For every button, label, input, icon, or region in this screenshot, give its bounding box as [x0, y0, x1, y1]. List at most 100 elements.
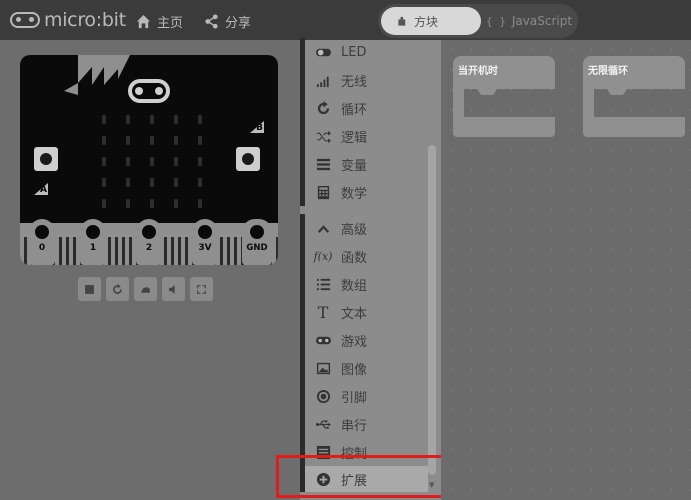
category-logic[interactable]: 逻辑 — [300, 122, 428, 150]
category-label: 数学 — [341, 186, 368, 202]
pin-1[interactable]: 1 — [80, 219, 106, 265]
category-loops[interactable]: 循环 — [300, 94, 428, 122]
led-pixel — [126, 115, 130, 124]
tab-blocks[interactable]: 方块 — [381, 7, 481, 35]
category-label: 无线 — [341, 74, 368, 90]
refresh-icon — [314, 100, 332, 116]
signal-icon — [314, 72, 332, 88]
logo-text: micro:bit — [44, 9, 126, 31]
led-pixel — [150, 115, 154, 124]
tab-blocks-label: 方块 — [414, 14, 439, 29]
category-functions[interactable]: f(x) 函数 — [300, 242, 428, 270]
pin-label: 1 — [89, 243, 97, 253]
button-a-label: A — [34, 183, 48, 195]
block-foot — [453, 117, 555, 137]
toolbox-scrollbar[interactable] — [428, 145, 436, 475]
category-serial[interactable]: 串行 — [300, 410, 428, 438]
category-images[interactable]: 图像 — [300, 354, 428, 382]
block-label: 无限循环 — [583, 56, 685, 89]
category-advanced[interactable]: 高级 — [300, 214, 428, 242]
slowmo-icon — [141, 286, 150, 293]
antenna-logo — [128, 79, 170, 103]
led-pixel — [102, 115, 106, 124]
stop-icon — [85, 284, 94, 294]
function-icon: f(x) — [313, 249, 333, 263]
category-text[interactable]: T 文本 — [300, 298, 428, 326]
category-label: 图像 — [341, 362, 368, 378]
pin-2[interactable]: 2 — [136, 219, 162, 265]
mute-icon — [169, 284, 175, 294]
category-led[interactable]: LED — [300, 38, 428, 66]
button-a[interactable] — [34, 147, 58, 171]
top-header: micro:bit 主页 分享 方块 { } JavaScript — [0, 0, 691, 40]
tab-javascript-label: JavaScript — [511, 14, 573, 28]
category-pins[interactable]: 引脚 — [300, 382, 428, 410]
puzzle-icon — [398, 16, 406, 26]
extensions-highlight — [276, 455, 452, 498]
restart-button[interactable] — [106, 277, 129, 301]
block-label: 当开机时 — [453, 56, 555, 89]
pin-icon — [314, 388, 332, 404]
usb-icon — [314, 416, 332, 432]
share-link[interactable]: 分享 — [204, 12, 251, 31]
led-pixel — [198, 199, 202, 208]
category-label: 文本 — [341, 306, 368, 322]
led-pixel — [198, 178, 202, 187]
category-arrays[interactable]: 数组 — [300, 270, 428, 298]
text-icon: T — [317, 302, 329, 322]
share-icon — [205, 14, 218, 29]
fullscreen-button[interactable] — [190, 277, 213, 301]
calculator-icon — [314, 184, 332, 200]
category-radio[interactable]: 无线 — [300, 66, 428, 94]
home-icon — [136, 14, 151, 29]
pin-3v[interactable]: 3V — [192, 219, 218, 265]
block-foot — [583, 117, 685, 137]
tab-javascript[interactable]: { } JavaScript — [486, 7, 576, 35]
restart-icon — [113, 283, 122, 294]
button-b-label: B — [250, 121, 264, 133]
stop-button[interactable] — [78, 277, 101, 301]
home-label: 主页 — [157, 16, 184, 31]
home-link[interactable]: 主页 — [136, 12, 183, 31]
microbit-logo[interactable]: micro:bit — [10, 9, 126, 31]
fullscreen-icon — [197, 284, 206, 294]
array-icon — [314, 276, 332, 292]
category-game[interactable]: 游戏 — [300, 326, 428, 354]
pin-0[interactable]: 0 — [29, 219, 55, 265]
category-label: 循环 — [341, 102, 368, 118]
braces-icon: { } — [486, 14, 506, 28]
share-label: 分享 — [225, 16, 252, 31]
pin-gnd[interactable]: GND — [242, 219, 272, 265]
pin-label: GND — [246, 243, 268, 253]
led-pixel — [126, 136, 130, 145]
block-mouth — [453, 89, 464, 117]
category-label: 函数 — [341, 250, 368, 266]
category-label: 变量 — [341, 158, 368, 174]
block-mouth — [583, 89, 594, 117]
led-pixel — [102, 136, 106, 145]
toggle-icon — [314, 44, 332, 60]
led-pixel — [150, 157, 154, 166]
category-variables[interactable]: 变量 — [300, 150, 428, 178]
slowmo-button[interactable] — [134, 277, 157, 301]
category-label: 串行 — [341, 418, 368, 434]
chevron-up-icon — [314, 220, 332, 236]
led-pixel — [126, 157, 130, 166]
image-icon — [314, 360, 332, 376]
led-pixel — [198, 136, 202, 145]
category-label: LED — [341, 44, 367, 60]
category-math[interactable]: 数学 — [300, 178, 428, 206]
led-pixel — [150, 199, 154, 208]
led-pixel — [102, 157, 106, 166]
led-pixel — [174, 115, 178, 124]
blocks-workspace[interactable] — [441, 40, 691, 500]
mute-button[interactable] — [162, 277, 185, 301]
simulator-toolbar — [78, 277, 213, 301]
button-b[interactable] — [236, 147, 260, 171]
led-pixel — [174, 136, 178, 145]
toolbox-divider — [300, 206, 428, 214]
led-pixel — [198, 157, 202, 166]
list-icon — [314, 156, 332, 172]
gamepad-icon — [314, 332, 332, 348]
led-pixel — [174, 157, 178, 166]
